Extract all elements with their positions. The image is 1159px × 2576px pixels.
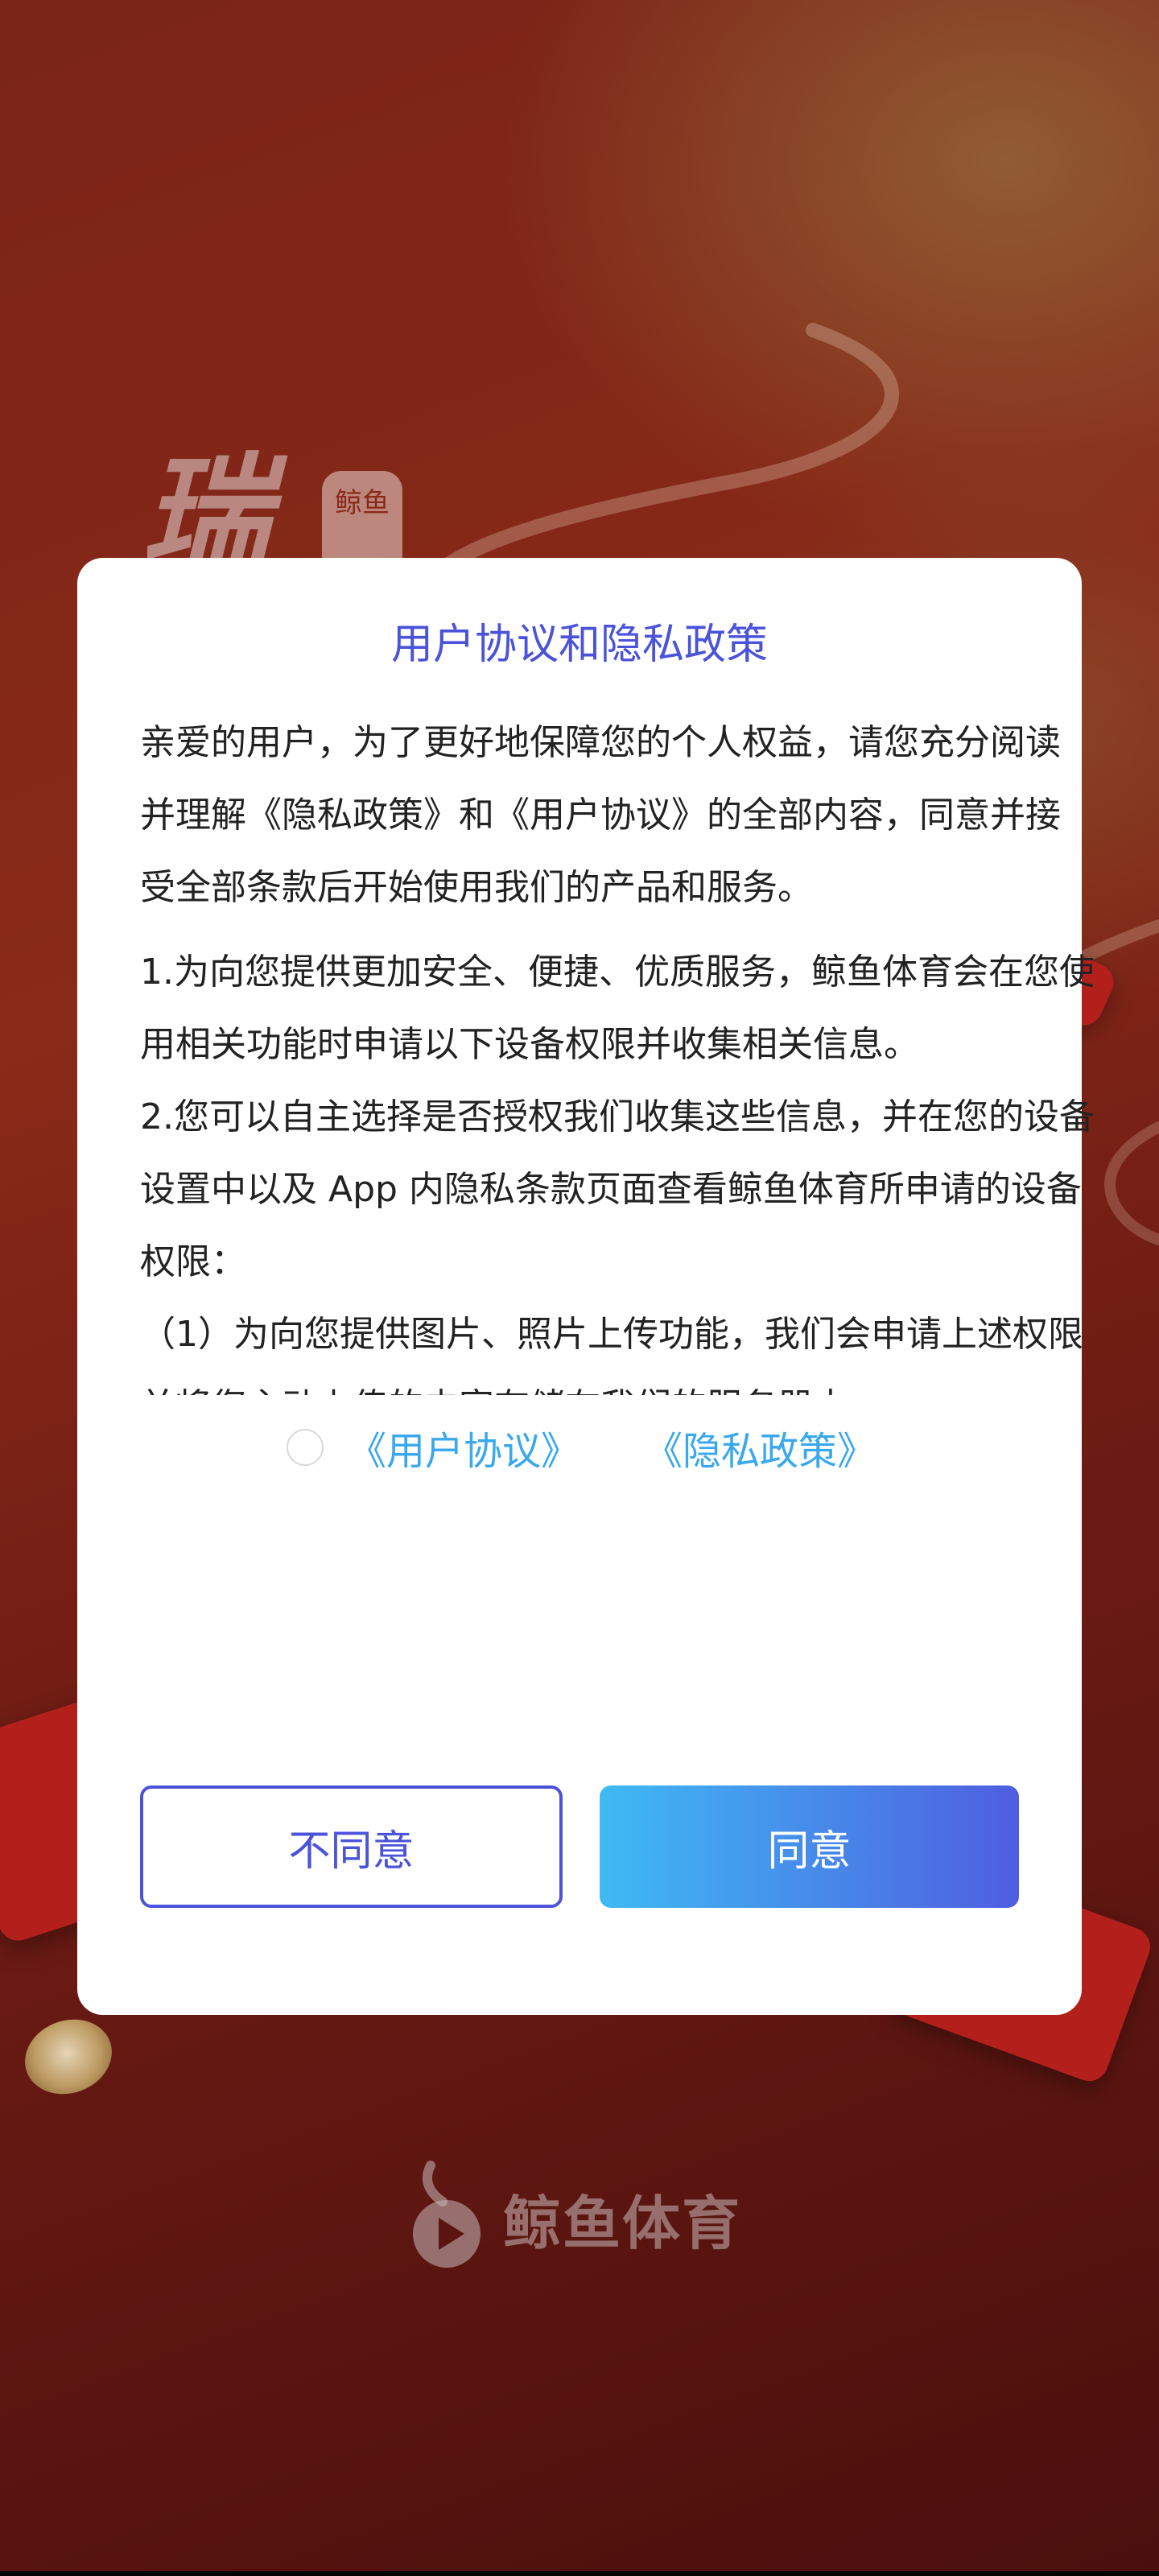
paragraph-upload: （1）为向您提供图片、照片上传功能，我们会申请上述权限并将您主动上传的内容存储在… xyxy=(140,1314,1083,1395)
privacy-consent-dialog: 用户协议和隐私政策 亲爱的用户，为了更好地保障您的个人权益，请您充分阅读并理解《… xyxy=(77,558,1095,2015)
brand-logo-lockup: 鲸鱼体育 xyxy=(406,2157,741,2278)
dialog-title: 用户协议和隐私政策 xyxy=(390,621,768,669)
paragraph-permissions: 1.为向您提供更加安全、便捷、优质服务，鲸鱼体育会在您使用相关功能时申请以下设备… xyxy=(140,952,1095,1065)
user-agreement-link[interactable]: 《用户协议》 xyxy=(348,1419,580,1476)
consent-row: 《用户协议》 《隐私政策》 xyxy=(77,1411,1082,1484)
bottom-edge-bar xyxy=(0,2571,1159,2576)
whale-play-icon xyxy=(413,2161,481,2268)
paragraph-intro: 亲爱的用户，为了更好地保障您的个人权益，请您充分阅读并理解《隐私政策》和《用户协… xyxy=(140,722,1061,908)
paragraph-authorization: 2.您可以自主选择是否授权我们收集这些信息，并在您的设备设置中以及 App 内隐… xyxy=(140,1096,1095,1282)
disagree-button[interactable]: 不同意 xyxy=(140,1785,563,1908)
agree-button[interactable]: 同意 xyxy=(600,1785,1019,1908)
consent-radio-button[interactable] xyxy=(286,1429,324,1466)
brand-name: 鲸鱼体育 xyxy=(503,2189,742,2257)
dialog-scroll-body[interactable]: 亲爱的用户，为了更好地保障您的个人权益，请您充分阅读并理解《隐私政策》和《用户协… xyxy=(140,707,1095,1395)
privacy-policy-link[interactable]: 《隐私政策》 xyxy=(644,1419,876,1476)
